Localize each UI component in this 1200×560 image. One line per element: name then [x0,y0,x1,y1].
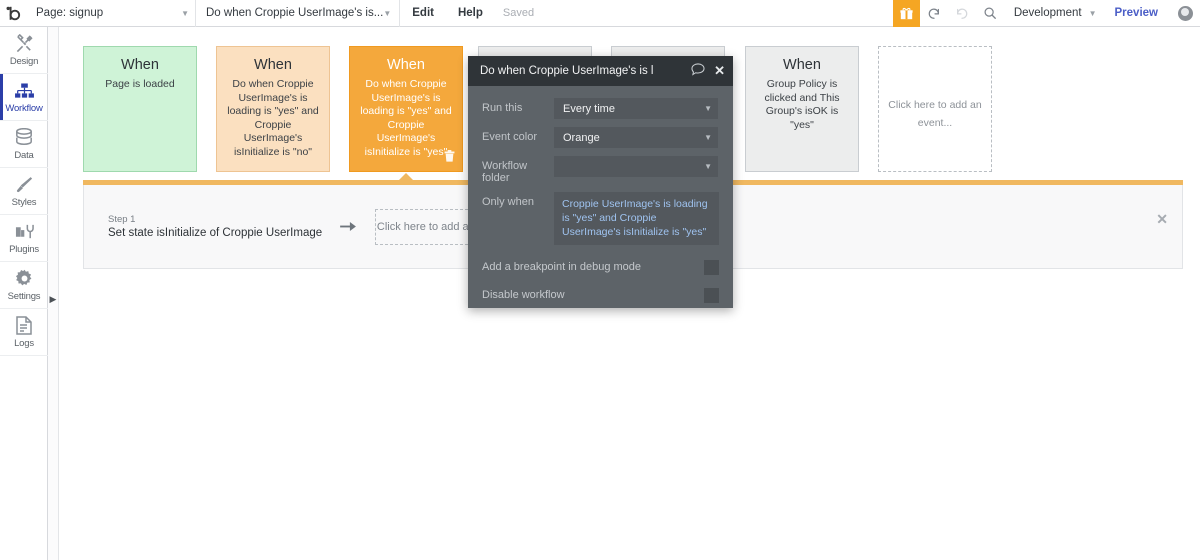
event-properties-dialog[interactable]: Do when Croppie UserImage's is l ✕ Run t… [468,56,733,308]
sidebar-item-data[interactable]: Data [0,121,48,168]
run-this-dropdown[interactable]: Every time ▼ [554,98,718,119]
workflow-tree-icon [14,80,34,100]
event-card[interactable]: When Do when Croppie UserImage's is load… [216,46,330,172]
design-tools-icon [15,33,34,53]
disable-workflow-checkbox[interactable] [704,287,719,303]
event-card-description: Page is loaded [105,78,175,90]
sidebar-item-logs[interactable]: Logs [0,309,48,356]
trash-icon[interactable] [444,150,455,165]
paintbrush-icon [15,174,34,194]
page-selector-label: Page: signup [36,7,104,19]
field-label: Run this [482,102,523,114]
arrow-right-icon [340,220,357,233]
event-card[interactable]: When Page is loaded [83,46,197,172]
workflow-selector-label: Do when Croppie UserImage's is... [206,7,384,19]
event-card-selected[interactable]: When Do when Croppie UserImage's is load… [349,46,463,172]
event-card-when: When [254,57,292,73]
event-card[interactable]: When Group Policy is clicked and This Gr… [745,46,859,172]
field-only-when: Only when Croppie UserImage's is loading… [482,192,719,245]
plugins-icon [15,221,34,241]
field-run-this: Run this Every time ▼ [482,98,719,119]
chevron-down-icon: ▼ [1088,8,1097,18]
comment-bubble-icon[interactable] [691,63,705,79]
step-title: Set state isInitialize of Croppie UserIm… [108,227,323,239]
event-card-when: When [387,57,425,73]
sidebar-item-settings[interactable]: Settings [0,262,48,309]
dialog-title: Do when Croppie UserImage's is l [480,65,654,77]
close-icon[interactable]: ✕ [714,63,725,79]
dialog-options: Add a breakpoint in debug mode Disable w… [468,254,733,308]
run-this-value: Every time [563,102,615,115]
environment-selector[interactable]: Development ▼ [1004,0,1103,27]
undo-icon[interactable] [920,0,948,27]
field-label: Workflow folder [482,160,528,184]
bubble-logo-icon[interactable] [0,0,28,27]
sidebar-item-label: Logs [14,338,34,349]
gift-icon[interactable] [892,0,920,27]
event-color-value: Orange [563,131,600,144]
sidebar-item-workflow[interactable]: Workflow [0,74,48,121]
step-number: Step 1 [108,214,136,225]
field-event-color: Event color Orange ▼ [482,127,719,148]
sidebar-item-design[interactable]: Design [0,27,48,74]
left-sidebar: Design Workflow Data Styles Plugins Sett… [0,27,56,560]
sidebar-item-styles[interactable]: Styles [0,168,48,215]
sidebar-item-label: Settings [7,291,41,302]
chevron-down-icon: ▼ [704,104,712,113]
document-icon [16,315,32,335]
event-card-description: Group Policy is clicked and This Group's… [764,78,840,131]
redo-icon[interactable] [948,0,976,27]
checkbox-label: Add a breakpoint in debug mode [482,261,642,273]
sidebar-item-label: Plugins [9,244,39,255]
close-icon[interactable]: ✕ [1156,211,1168,228]
chevron-down-icon: ▼ [181,8,189,18]
sidebar-item-label: Styles [11,197,37,208]
workflow-folder-dropdown[interactable]: ▼ [554,156,718,177]
event-card-when: When [121,57,159,73]
avatar-image [1177,5,1193,21]
preview-button[interactable]: Preview [1103,0,1170,27]
chevron-down-icon: ▼ [383,8,392,18]
breakpoint-checkbox[interactable] [704,259,719,275]
checkbox-row-breakpoint[interactable]: Add a breakpoint in debug mode [482,254,719,280]
only-when-expression[interactable]: Croppie UserImage's is loading is "yes" … [554,192,719,245]
field-label: Only when [482,196,534,208]
workflow-step[interactable]: Step 1 Set state isInitialize of Croppie… [108,214,322,239]
edit-menu[interactable]: Edit [400,0,446,27]
chevron-down-icon: ▼ [704,162,712,171]
event-cards-row: When Page is loaded When Do when Croppie… [83,46,482,172]
dialog-body: Run this Every time ▼ Event color Orange… [468,86,733,245]
top-bar-right-group: Development ▼ Preview [892,0,1200,27]
top-bar: Page: signup ▼ Do when Croppie UserImage… [0,0,1200,27]
event-card-when: When [783,57,821,73]
chevron-down-icon: ▼ [704,133,712,142]
sidebar-item-label: Workflow [5,103,43,114]
event-color-dropdown[interactable]: Orange ▼ [554,127,718,148]
dialog-header: Do when Croppie UserImage's is l ✕ [468,56,733,86]
event-card-description: Do when Croppie UserImage's is loading i… [227,78,319,158]
saved-status: Saved [502,7,535,19]
event-card-description: Do when Croppie UserImage's is loading i… [360,78,452,158]
checkbox-row-disable[interactable]: Disable workflow [482,282,719,308]
sidebar-item-plugins[interactable]: Plugins [0,215,48,262]
checkbox-label: Disable workflow [482,289,565,301]
add-event-card[interactable]: Click here to add an event... [878,46,992,172]
environment-label: Development [1013,7,1082,19]
sidebar-collapse-toggle-icon[interactable]: ▶ [48,292,58,306]
workflow-selector[interactable]: Do when Croppie UserImage's is... ▼ [196,0,401,27]
field-label: Event color [482,131,538,143]
search-icon[interactable] [976,0,1004,27]
sidebar-item-label: Data [14,150,34,161]
add-event-label: Click here to add an event... [888,99,982,129]
help-menu[interactable]: Help [446,0,495,27]
database-icon [15,127,33,147]
gear-icon [15,268,34,288]
field-workflow-folder: Workflow folder ▼ [482,156,719,184]
avatar[interactable] [1170,0,1200,27]
sidebar-item-label: Design [9,56,39,67]
page-selector[interactable]: Page: signup ▼ [28,0,196,27]
